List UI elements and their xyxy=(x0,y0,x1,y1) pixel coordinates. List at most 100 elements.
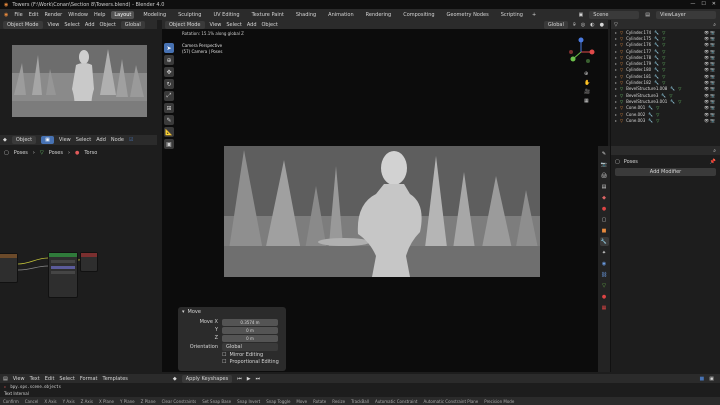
scale-tool-icon[interactable]: ⤢ xyxy=(164,91,174,101)
search-icon[interactable]: ⌕ xyxy=(713,148,716,154)
expand-arrow-icon[interactable]: ▸ xyxy=(615,112,617,117)
text-menu-view[interactable]: View xyxy=(13,376,25,382)
outliner-row[interactable]: ▸ ▽ Cone.003 🔧 ▽ 👁📷 xyxy=(611,117,720,123)
node-texture[interactable] xyxy=(0,253,18,283)
tab-geometry-nodes[interactable]: Geometry Nodes xyxy=(444,11,492,19)
view-toggle-icon[interactable]: ■ xyxy=(700,376,705,382)
scene-tab-icon[interactable]: ◆ xyxy=(600,193,609,202)
node-canvas[interactable] xyxy=(0,160,157,370)
move-x-field[interactable]: 0.3574 m xyxy=(222,318,278,326)
texture-tab-icon[interactable]: ▦ xyxy=(600,303,609,312)
text-menu-format[interactable]: Format xyxy=(80,376,98,382)
text-menu-templates[interactable]: Templates xyxy=(102,376,127,382)
visibility-icons[interactable]: 👁📷 xyxy=(704,42,716,47)
maximize-icon[interactable]: ☐ xyxy=(701,1,705,7)
visibility-icons[interactable]: 👁📷 xyxy=(704,105,716,110)
visibility-icons[interactable]: 👁📷 xyxy=(704,80,716,85)
menu-file[interactable]: File xyxy=(14,12,22,18)
chevron-down-icon[interactable]: ▾ xyxy=(182,309,185,315)
shading-solid-icon[interactable]: ● xyxy=(600,22,604,28)
viewport-menu-select[interactable]: Select xyxy=(226,22,241,28)
select-tool-icon[interactable]: ➤ xyxy=(164,43,174,53)
menu-edit[interactable]: Edit xyxy=(29,12,39,18)
expand-arrow-icon[interactable]: ▸ xyxy=(615,80,617,85)
node-principled-bsdf[interactable] xyxy=(48,252,78,298)
tab-shading[interactable]: Shading xyxy=(293,11,319,19)
camera-mode-dropdown[interactable]: Object Mode xyxy=(3,20,43,29)
camera-menu-add[interactable]: Add xyxy=(85,22,95,28)
minimize-icon[interactable]: — xyxy=(690,1,695,7)
breadcrumb-item-0[interactable]: Poses xyxy=(14,150,28,156)
view-layer-tab-icon[interactable]: ▤ xyxy=(600,182,609,191)
viewport-mode-dropdown[interactable]: Object Mode xyxy=(165,20,205,29)
visibility-icons[interactable]: 👁📷 xyxy=(704,74,716,79)
viewport-3d[interactable]: Rotation: 15.1% along global Z Camera Pe… xyxy=(162,29,608,372)
modifier-tab-icon[interactable]: 🔧 xyxy=(599,237,609,246)
proportional-editing-checkbox[interactable]: ☐ xyxy=(222,359,226,365)
viewport-menu-view[interactable]: View xyxy=(210,22,222,28)
play-icon[interactable]: ▶ xyxy=(247,376,251,382)
view-layer-selector[interactable]: ViewLayer xyxy=(656,10,716,19)
mirror-editing-checkbox[interactable]: ☐ xyxy=(222,352,226,358)
transform-tool-icon[interactable]: ⊞ xyxy=(164,103,174,113)
outliner-row[interactable]: ▸ ▽ BevelStructure3.001 🔧 ▽ 👁📷 xyxy=(611,98,720,104)
visibility-icons[interactable]: 👁📷 xyxy=(704,49,716,54)
visibility-icons[interactable]: 👁📷 xyxy=(704,118,716,123)
blender-menu-icon[interactable]: ◉ xyxy=(4,12,8,18)
expand-arrow-icon[interactable]: ▸ xyxy=(615,118,617,123)
camera-menu-object[interactable]: Object xyxy=(100,22,116,28)
overlay-icon[interactable]: ◐ xyxy=(590,22,594,28)
breadcrumb-item-2[interactable]: Torso xyxy=(84,150,97,156)
close-icon[interactable]: ✕ xyxy=(712,1,716,7)
zoom-icon[interactable]: ⊕ xyxy=(584,71,590,77)
split-view-icon[interactable]: ▣ xyxy=(709,376,714,382)
search-icon[interactable]: ⌕ xyxy=(713,22,716,28)
object-tab-icon[interactable]: ■ xyxy=(600,226,609,235)
viewport-orientation-dropdown[interactable]: Global xyxy=(543,20,568,29)
node-menu-add[interactable]: Add xyxy=(96,137,106,143)
move-tool-icon[interactable]: ✥ xyxy=(164,67,174,77)
expand-arrow-icon[interactable]: ▸ xyxy=(615,42,617,47)
annotate-tool-icon[interactable]: ✎ xyxy=(164,115,174,125)
camera-preview-area[interactable] xyxy=(0,29,157,132)
expand-arrow-icon[interactable]: ▸ xyxy=(615,67,617,72)
visibility-icons[interactable]: 👁📷 xyxy=(704,61,716,66)
expand-arrow-icon[interactable]: ▸ xyxy=(615,30,617,35)
node-menu-view[interactable]: View xyxy=(59,137,71,143)
expand-arrow-icon[interactable]: ▸ xyxy=(615,55,617,60)
world-tab-icon[interactable]: ● xyxy=(600,204,609,213)
menu-render[interactable]: Render xyxy=(44,12,62,18)
proportional-icon[interactable]: ◎ xyxy=(581,22,585,28)
tab-sculpting[interactable]: Sculpting xyxy=(175,11,204,19)
jump-end-icon[interactable]: ⏭ xyxy=(256,376,261,382)
visibility-icons[interactable]: 👁📷 xyxy=(704,93,716,98)
viewport-menu-object[interactable]: Object xyxy=(262,22,278,28)
visibility-icons[interactable]: 👁📷 xyxy=(704,86,716,91)
apply-keyshapes-button[interactable]: Apply Keyshapes xyxy=(181,374,233,383)
text-menu-edit[interactable]: Edit xyxy=(45,376,55,382)
viewport-menu-add[interactable]: Add xyxy=(247,22,257,28)
visibility-icons[interactable]: 👁📷 xyxy=(704,55,716,60)
camera-menu-view[interactable]: View xyxy=(48,22,60,28)
breadcrumb-item-1[interactable]: Poses xyxy=(49,150,63,156)
expand-arrow-icon[interactable]: ▸ xyxy=(615,49,617,54)
cursor-tool-icon[interactable]: ⊕ xyxy=(164,55,174,65)
output-tab-icon[interactable]: 🖨 xyxy=(600,171,609,180)
expand-arrow-icon[interactable]: ▸ xyxy=(615,93,617,98)
camera-orientation-dropdown[interactable]: Global xyxy=(120,20,145,29)
node-menu-select[interactable]: Select xyxy=(76,137,91,143)
use-nodes-checkbox[interactable]: ☑ xyxy=(129,137,133,143)
outliner-row[interactable]: ▸ ▽ BevelStructure1.008 🔧 ▽ 👁📷 xyxy=(611,86,720,92)
keyframe-icon[interactable]: ◆ xyxy=(173,376,177,382)
visibility-icons[interactable]: 👁📷 xyxy=(704,36,716,41)
camera-view-icon[interactable]: 🎥 xyxy=(584,89,590,95)
tab-modeling[interactable]: Modeling xyxy=(140,11,169,19)
tab-texture-paint[interactable]: Texture Paint xyxy=(249,11,287,19)
move-z-field[interactable]: 0 m xyxy=(222,334,278,342)
node-mode-dropdown[interactable]: Object xyxy=(11,136,37,144)
menu-window[interactable]: Window xyxy=(68,12,88,18)
particles-tab-icon[interactable]: ✦ xyxy=(600,248,609,257)
snap-icon[interactable]: ⌾ xyxy=(573,22,576,28)
orientation-dropdown[interactable]: Global xyxy=(222,342,278,351)
node-material-output[interactable] xyxy=(80,252,98,272)
